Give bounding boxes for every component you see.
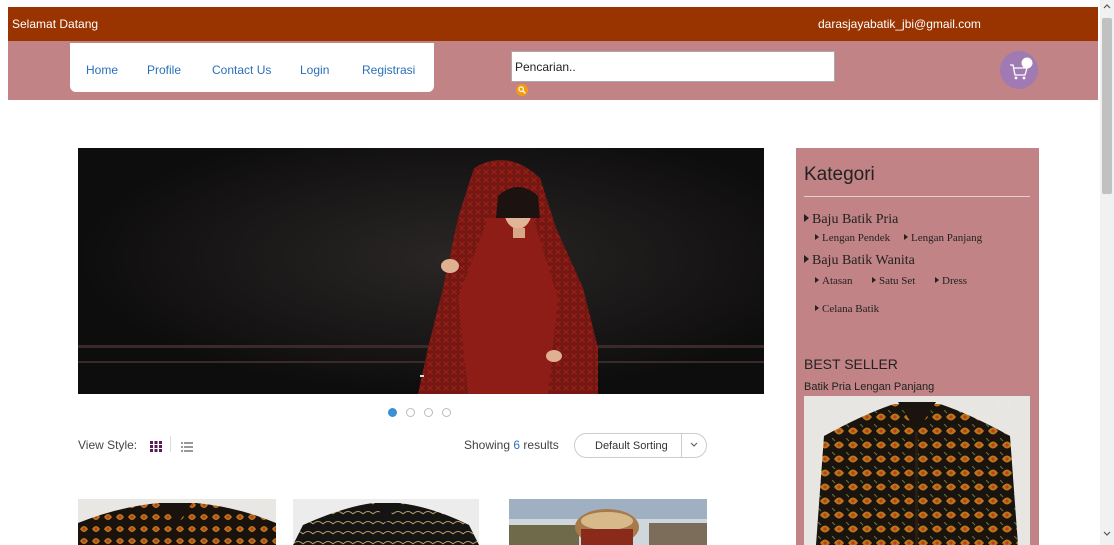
category-label: Satu Set	[879, 275, 916, 287]
kategori-divider	[804, 196, 1030, 197]
caret-right-icon	[815, 234, 819, 240]
cart-button[interactable]	[1000, 51, 1038, 89]
category-atasan[interactable]: Atasan	[815, 275, 853, 287]
product-card-1[interactable]: SS	[78, 499, 276, 545]
category-dress[interactable]: Dress	[935, 275, 967, 287]
slider-dot-2[interactable]	[406, 408, 415, 417]
main-nav: Home Profile Contact Us Login Registrasi	[70, 43, 434, 92]
best-seller-badge: SS	[994, 396, 1013, 410]
list-icon	[181, 442, 193, 452]
view-style-label: View Style:	[78, 438, 138, 452]
cart-icon	[1010, 57, 1033, 80]
category-baju-batik-pria[interactable]: Baju Batik Pria	[804, 212, 898, 228]
category-label: Lengan Panjang	[911, 232, 983, 244]
caret-right-icon	[804, 255, 809, 263]
best-seller-item-image[interactable]: SS	[804, 396, 1030, 545]
product-badge: SS	[242, 499, 261, 513]
product-card-2[interactable]	[293, 499, 479, 545]
grid-icon	[150, 441, 162, 452]
sorting-select[interactable]: Default Sorting	[574, 433, 707, 458]
top-bar: Selamat Datang darasjayabatik_jbi@gmail.…	[8, 7, 1098, 41]
slider-dot-4[interactable]	[442, 408, 451, 417]
category-celana-batik[interactable]: Celana Batik	[815, 303, 879, 315]
sorting-divider	[681, 434, 682, 457]
slider-dot-1[interactable]	[388, 408, 397, 417]
best-seller-item-name[interactable]: Batik Pria Lengan Panjang	[804, 381, 934, 393]
contact-email: darasjayabatik_jbi@gmail.com	[818, 17, 981, 31]
best-seller-title: BEST SELLER	[804, 356, 898, 372]
category-label: Baju Batik Wanita	[812, 253, 915, 268]
caret-right-icon	[815, 305, 819, 311]
page-scrollbar[interactable]	[1100, 0, 1114, 545]
caret-right-icon	[935, 277, 939, 283]
sidebar: Kategori Baju Batik Pria Lengan Pendek L…	[796, 148, 1039, 545]
search-input[interactable]: Pencarian..	[511, 51, 835, 82]
category-baju-batik-wanita[interactable]: Baju Batik Wanita	[804, 253, 915, 269]
search-button[interactable]	[516, 84, 528, 96]
result-count-text: Showing 6 results	[464, 438, 559, 452]
hero-slider[interactable]	[78, 148, 764, 394]
category-satu-set[interactable]: Satu Set	[872, 275, 915, 287]
category-label: Atasan	[822, 275, 853, 287]
slider-dot-3[interactable]	[424, 408, 433, 417]
category-label: Celana Batik	[822, 303, 880, 315]
hero-image	[78, 148, 764, 394]
category-label: Lengan Pendek	[822, 232, 891, 244]
product-image	[293, 499, 479, 545]
scrollbar-thumb[interactable]	[1102, 18, 1112, 194]
search-icon	[518, 86, 526, 94]
showing-suffix: results	[523, 438, 559, 452]
page: Selamat Datang darasjayabatik_jbi@gmail.…	[0, 0, 1114, 545]
result-count: 6	[513, 438, 521, 452]
showing-prefix: Showing	[464, 438, 511, 452]
category-lengan-pendek[interactable]: Lengan Pendek	[815, 232, 890, 244]
best-seller-image	[804, 396, 1030, 545]
welcome-text: Selamat Datang	[12, 17, 99, 31]
product-card-3[interactable]	[509, 499, 707, 545]
view-style-divider	[170, 436, 171, 452]
nav-contact-us[interactable]: Contact Us	[212, 63, 271, 77]
nav-band: Home Profile Contact Us Login Registrasi…	[8, 41, 1098, 100]
nav-registrasi[interactable]: Registrasi	[362, 63, 415, 77]
caret-right-icon	[804, 214, 809, 222]
caret-right-icon	[815, 277, 819, 283]
category-label: Dress	[942, 275, 968, 287]
category-lengan-panjang[interactable]: Lengan Panjang	[904, 232, 982, 244]
kategori-title: Kategori	[804, 164, 875, 185]
nav-login[interactable]: Login	[300, 63, 329, 77]
grid-view-button[interactable]	[150, 439, 162, 457]
chevron-down-icon	[690, 442, 698, 447]
nav-home[interactable]: Home	[86, 63, 118, 77]
scroll-up-icon[interactable]	[1103, 3, 1111, 9]
scroll-down-icon[interactable]	[1103, 531, 1111, 537]
sorting-value: Default Sorting	[595, 440, 668, 452]
caret-right-icon	[872, 277, 876, 283]
nav-profile[interactable]: Profile	[147, 63, 181, 77]
list-view-button[interactable]	[181, 439, 193, 457]
category-label: Baju Batik Pria	[812, 212, 899, 227]
product-image	[509, 499, 707, 545]
caret-right-icon	[904, 234, 908, 240]
